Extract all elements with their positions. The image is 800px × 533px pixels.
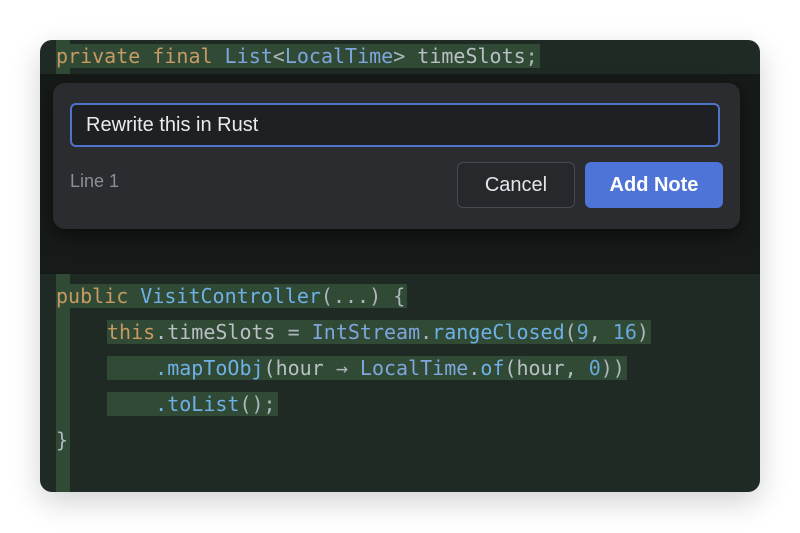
code-line-tolist: .toList(); (107, 388, 278, 420)
code-token: timeSlots (417, 44, 526, 68)
cancel-button[interactable]: Cancel (457, 162, 575, 208)
code-token: { (393, 284, 406, 308)
code-token: > (393, 44, 406, 68)
code-token: = (287, 320, 300, 344)
code-line-assign: this.timeSlots = IntStream.rangeClosed(9… (107, 316, 651, 348)
code-token: 0 (588, 356, 601, 380)
code-token: (hour, (504, 356, 589, 380)
code-token: rangeClosed (432, 320, 565, 344)
code-token: → (335, 356, 348, 380)
code-token: this (107, 320, 156, 344)
editor-window: private final List<LocalTime> timeSlots;… (40, 40, 760, 492)
code-line-field: private final List<LocalTime> timeSlots; (56, 40, 540, 72)
code-token: LocalTime (284, 44, 394, 68)
code-token: List (224, 44, 273, 68)
code-token: 16 (612, 320, 637, 344)
code-token: (); (239, 392, 276, 416)
note-input[interactable] (70, 103, 720, 147)
code-token: (hour (263, 356, 324, 380)
code-token: (...) (320, 284, 382, 308)
code-line-map: .mapToObj(hour → LocalTime.of(hour, 0)) (107, 352, 627, 384)
line-number-label: Line 1 (70, 171, 120, 191)
code-token: ( (564, 320, 577, 344)
add-note-dialog: Line 1 Cancel Add Note (53, 83, 740, 229)
code-token: ) (636, 320, 649, 344)
code-token: .mapToObj (155, 356, 264, 380)
code-token: )) (600, 356, 625, 380)
code-token: public (56, 284, 129, 308)
code-token: 9 (576, 320, 589, 344)
code-token: of (480, 356, 505, 380)
code-token: VisitController (140, 284, 321, 308)
add-note-button[interactable]: Add Note (585, 162, 723, 208)
code-token: . (420, 320, 433, 344)
code-token: private (56, 44, 141, 68)
code-token: . (468, 356, 481, 380)
code-token: } (56, 428, 69, 452)
code-token: IntStream (311, 320, 421, 344)
code-token: ; (525, 44, 538, 68)
code-token: LocalTime (359, 356, 469, 380)
code-token: < (272, 44, 285, 68)
code-token: .toList (155, 392, 240, 416)
code-token: final (152, 44, 213, 68)
code-line-close: } (56, 424, 68, 456)
code-token: .timeSlots (155, 320, 276, 344)
code-token: , (588, 320, 613, 344)
code-line-constructor: public VisitController(...) { (56, 280, 408, 312)
